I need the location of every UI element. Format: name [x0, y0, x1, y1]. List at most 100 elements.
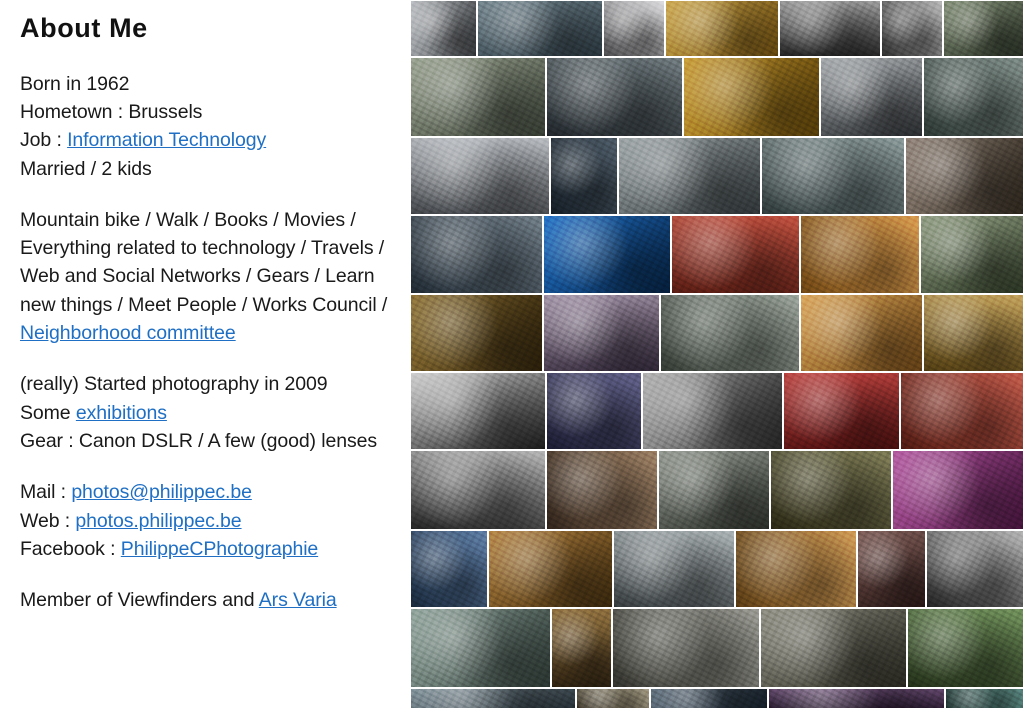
mosaic-tile-vertical-photographer	[857, 530, 926, 608]
mosaic-photo	[411, 295, 542, 371]
mosaic-photo	[666, 1, 778, 56]
mosaic-photo	[544, 216, 670, 293]
slide-root: About Me Born in 1962 Hometown : Brussel…	[0, 0, 1024, 709]
mosaic-photo	[547, 451, 657, 529]
mosaic-photo	[411, 609, 550, 687]
mosaic-tile-red-doorway	[783, 372, 900, 450]
mosaic-tile-bottom-fence-photo	[576, 688, 650, 709]
mosaic-photo	[882, 1, 942, 56]
mosaic-tile-louvre-statue	[923, 294, 1024, 372]
mosaic-tile-street-crowd	[618, 137, 761, 215]
mosaic-photo	[672, 216, 799, 293]
mosaic-tile-friends-group	[923, 57, 1024, 137]
mosaic-row	[410, 0, 1024, 57]
mosaic-photo	[901, 373, 1023, 449]
membership-line: Member of Viewfinders and Ars Varia	[20, 586, 390, 614]
mosaic-photo	[736, 531, 856, 607]
membership-text: Member of Viewfinders and	[20, 589, 259, 612]
mosaic-photo	[908, 609, 1023, 687]
mosaic-row	[410, 294, 1024, 372]
mosaic-tile-sunglasses-closeup	[488, 530, 613, 608]
web-link[interactable]: photos.philippec.be	[75, 510, 241, 532]
mosaic-tile-photographer-shooting	[820, 57, 923, 137]
mosaic-tile-two-men-outdoor	[920, 215, 1024, 294]
mosaic-tile-flowers-reflection	[543, 294, 660, 372]
mosaic-tile-railway-tracks	[761, 137, 905, 215]
mosaic-row	[410, 530, 1024, 608]
mosaic-photo	[661, 295, 799, 371]
mosaic-photo	[780, 1, 880, 56]
mosaic-photo	[927, 531, 1023, 607]
mosaic-photo	[684, 58, 819, 136]
mosaic-tile-bottom-teal-crowd	[945, 688, 1024, 709]
mosaic-tile-runners-race	[660, 294, 800, 372]
mail-label: Mail :	[20, 481, 72, 504]
mosaic-photo	[906, 138, 1023, 214]
interests-paragraph: Mountain bike / Walk / Books / Movies / …	[20, 206, 390, 347]
mosaic-tile-station-platform-bw	[410, 450, 546, 530]
mosaic-tile-louvre-pyramid-glass	[683, 57, 820, 137]
mosaic-tile-man-trees-bw	[642, 372, 783, 450]
ars-varia-link[interactable]: Ars Varia	[259, 589, 337, 611]
mosaic-photo	[921, 216, 1023, 293]
neighborhood-committee-link[interactable]: Neighborhood committee	[20, 322, 236, 344]
mosaic-photo	[651, 689, 767, 708]
mosaic-tile-two-men-wall	[410, 608, 551, 688]
bio-job-line: Job : Information Technology	[20, 126, 390, 154]
mosaic-tile-man-shooting-warm	[800, 215, 920, 294]
mosaic-tile-man-camera-portrait	[800, 294, 923, 372]
mosaic-tile-train-circle-photo	[410, 530, 488, 608]
mosaic-photo	[946, 689, 1023, 708]
mosaic-tile-couple-park	[907, 608, 1024, 688]
mosaic-row	[410, 137, 1024, 215]
mosaic-photo	[801, 216, 919, 293]
mosaic-tile-group-portrait	[477, 0, 603, 57]
facebook-label: Facebook :	[20, 537, 121, 560]
exhibitions-link[interactable]: exhibitions	[76, 402, 167, 424]
mosaic-photo	[769, 689, 944, 708]
mosaic-tile-indoor-photographer	[551, 608, 612, 688]
mosaic-tile-festival-crowd	[905, 137, 1024, 215]
contact-mail-line: Mail : photos@philippec.be	[20, 478, 390, 506]
mosaic-photo	[411, 373, 545, 449]
mosaic-photo	[478, 1, 602, 56]
mosaic-tile-kneeling-photographer	[612, 608, 760, 688]
mosaic-tile-mirror-sphere	[546, 372, 642, 450]
mail-link[interactable]: photos@philippec.be	[71, 481, 252, 503]
mosaic-tile-shop-window-reflection	[550, 137, 618, 215]
mosaic-photo	[604, 1, 664, 56]
mosaic-photo	[411, 58, 545, 136]
photography-gear-line: Gear : Canon DSLR / A few (good) lenses	[20, 429, 378, 452]
mosaic-tile-table-dinner-bw	[926, 530, 1024, 608]
mosaic-tile-window-silhouette-bw	[779, 0, 881, 57]
mosaic-row	[410, 450, 1024, 530]
web-label: Web :	[20, 509, 76, 532]
information-technology-link[interactable]: Information Technology	[67, 129, 266, 151]
mosaic-tile-red-hat-camera	[900, 372, 1024, 450]
mosaic-tile-panda-hat-crowd	[760, 608, 907, 688]
mosaic-photo	[659, 451, 769, 529]
mosaic-photo	[801, 295, 922, 371]
facebook-link[interactable]: PhilippeCPhotographie	[121, 538, 318, 560]
mosaic-photo	[762, 138, 904, 214]
text-column: About Me Born in 1962 Hometown : Brussel…	[0, 0, 400, 709]
mosaic-row	[410, 688, 1024, 709]
mosaic-photo	[771, 451, 891, 529]
mosaic-row	[410, 372, 1024, 450]
mosaic-photo	[544, 295, 659, 371]
some-label: Some	[20, 401, 76, 424]
mosaic-tile-bottom-left-photo	[410, 688, 576, 709]
mosaic-tile-sunglasses-reflection-bw	[410, 372, 546, 450]
mosaic-tile-man-smiling	[943, 0, 1024, 57]
page-title: About Me	[20, 13, 148, 43]
bio-paragraph: Born in 1962 Hometown : Brussels Job : I…	[20, 70, 390, 183]
mosaic-photo	[411, 1, 476, 56]
mosaic-tile-man-portrait-warm	[735, 530, 857, 608]
mosaic-row	[410, 608, 1024, 688]
mosaic-row	[410, 57, 1024, 137]
mosaic-photo	[761, 609, 906, 687]
mosaic-row	[410, 215, 1024, 294]
mosaic-tile-blue-neon-sculpture	[543, 215, 671, 294]
mosaic-photo	[547, 58, 682, 136]
interests-text: Mountain bike / Walk / Books / Movies / …	[20, 206, 390, 347]
